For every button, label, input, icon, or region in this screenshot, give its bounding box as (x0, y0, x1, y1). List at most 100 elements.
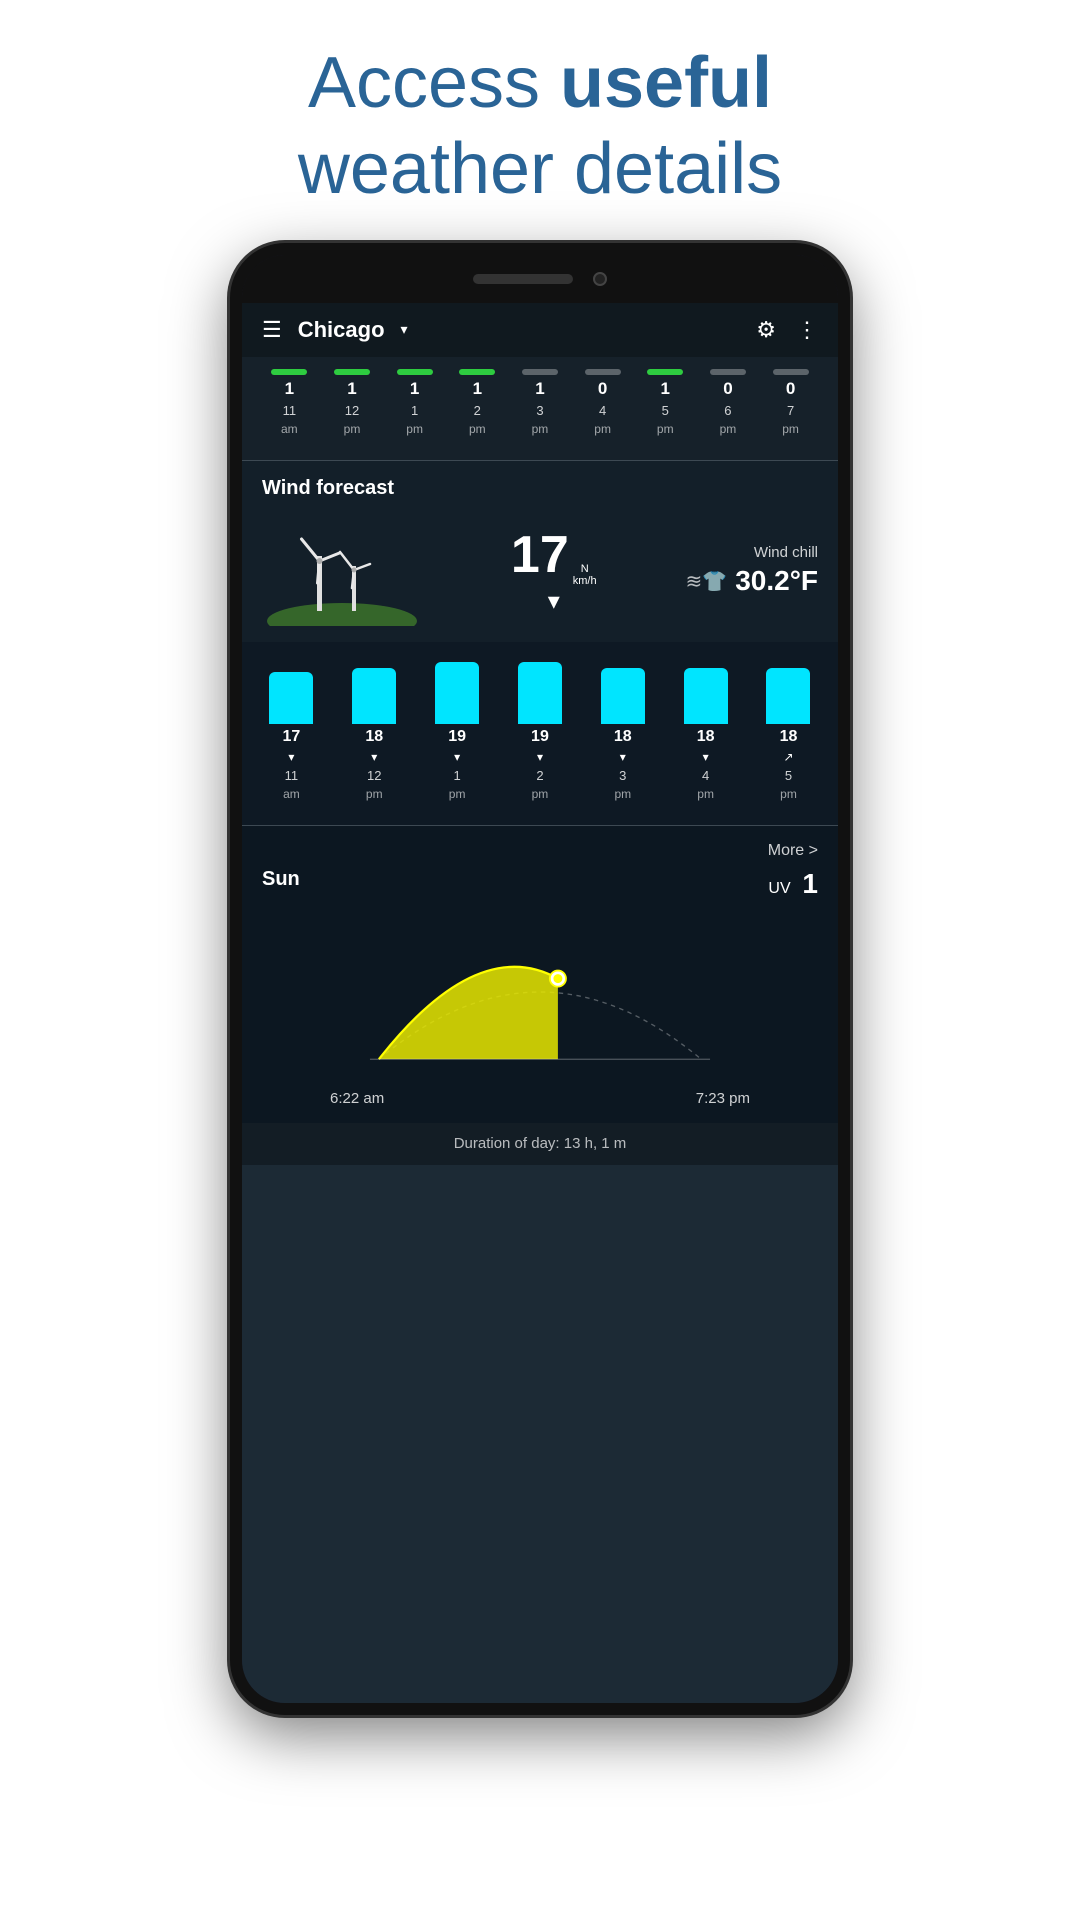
rain-time: 11 (283, 403, 297, 418)
city-name: Chicago (298, 317, 385, 343)
duration-bar: Duration of day: 13 h, 1 m (242, 1123, 838, 1165)
rain-indicator (459, 369, 495, 375)
rain-time: 7 (787, 403, 794, 418)
wind-bar-value: 19 (448, 728, 466, 746)
list-item: 18 ▾ 4 pm (672, 668, 740, 801)
wind-bar-value: 19 (531, 728, 549, 746)
wind-speed-info: 17 N km/h ▾ (511, 525, 597, 616)
list-item: 18 ▾ 12 pm (340, 668, 408, 801)
wind-bar-time: 12 (367, 768, 381, 783)
uv-label: UV (768, 880, 790, 897)
uv-badge: UV 1 (768, 868, 818, 900)
list-item: 17 ▾ 11 am (257, 672, 325, 801)
wind-speed-container: 17 N km/h (511, 525, 597, 587)
rain-indicator (585, 369, 621, 375)
app-screen: ☰ Chicago ▾ ⚙ ⋮ 1 11 am 1 (242, 303, 838, 1703)
wind-bar-arrow: ▾ (454, 750, 460, 764)
rain-value: 1 (661, 379, 670, 399)
wind-bar-visual (352, 668, 396, 724)
wind-title: Wind forecast (262, 477, 818, 500)
duration-text: Duration of day: 13 h, 1 m (454, 1135, 627, 1152)
list-item: 1 3 pm (514, 369, 566, 436)
rain-time: 12 (345, 403, 359, 418)
rain-value: 1 (410, 379, 419, 399)
sun-chart-container: 6:22 am 7:23 pm (262, 907, 818, 1107)
wind-bar-arrow: ▾ (620, 750, 626, 764)
wind-bar-time: 5 (785, 768, 792, 783)
wind-bar-time: 4 (702, 768, 709, 783)
dropdown-icon[interactable]: ▾ (401, 321, 408, 338)
wind-bar-visual (269, 672, 313, 724)
wind-bar-visual (601, 668, 645, 724)
camera (593, 272, 607, 286)
sun-section: More > Sun UV 1 (242, 826, 838, 1123)
wind-bar-value: 18 (780, 728, 798, 746)
list-item: 19 ▾ 1 pm (423, 662, 491, 801)
settings-icon[interactable]: ⚙ (756, 317, 776, 343)
list-item: 1 2 pm (451, 369, 503, 436)
rain-indicator (773, 369, 809, 375)
wind-bars-section: 17 ▾ 11 am 18 ▾ 12 pm 19 ▾ 1 pm (242, 642, 838, 825)
list-item: 1 11 am (263, 369, 315, 436)
rain-indicator (710, 369, 746, 375)
rain-section: 1 11 am 1 12 pm 1 1 pm (242, 357, 838, 460)
wind-bar-value: 18 (614, 728, 632, 746)
sun-times-row: 6:22 am 7:23 pm (330, 1090, 750, 1107)
list-item: 18 ▾ 3 pm (589, 668, 657, 801)
wind-bar-value: 18 (365, 728, 383, 746)
page-header: Access useful weather details (0, 0, 1080, 243)
list-item: 0 6 pm (702, 369, 754, 436)
wind-chill-row: ≋👕 30.2°F (686, 565, 818, 597)
wind-bars-row: 17 ▾ 11 am 18 ▾ 12 pm 19 ▾ 1 pm (250, 662, 830, 801)
rain-time: 2 (474, 403, 481, 418)
wind-bar-arrow: ↗ (783, 750, 793, 764)
rain-value: 1 (347, 379, 356, 399)
wind-turbines (262, 516, 422, 626)
rain-indicator (334, 369, 370, 375)
rain-time: 6 (724, 403, 731, 418)
rain-indicator (397, 369, 433, 375)
more-icon[interactable]: ⋮ (796, 317, 818, 343)
rain-value: 0 (598, 379, 607, 399)
wind-unit: N km/h (573, 563, 597, 587)
wind-bar-visual (766, 668, 810, 724)
rain-value: 0 (786, 379, 795, 399)
uv-value: 1 (802, 868, 818, 899)
rain-time: 4 (599, 403, 606, 418)
wind-bar-time: 2 (536, 768, 543, 783)
wind-chill-container: Wind chill ≋👕 30.2°F (686, 544, 818, 597)
rain-time: 1 (411, 403, 418, 418)
rain-indicator (522, 369, 558, 375)
wind-bar-time: 3 (619, 768, 626, 783)
list-item: 18 ↗ 5 pm (754, 668, 822, 801)
sunrise-time: 6:22 am (330, 1090, 384, 1107)
wind-section: Wind forecast (242, 461, 838, 642)
wind-bar-visual (435, 662, 479, 724)
wind-bar-visual (518, 662, 562, 724)
rain-value: 1 (473, 379, 482, 399)
wind-chill-label: Wind chill (686, 544, 818, 561)
phone-notch (242, 255, 838, 303)
phone-frame: ☰ Chicago ▾ ⚙ ⋮ 1 11 am 1 (230, 243, 850, 1715)
wind-bar-value: 17 (283, 728, 301, 746)
hamburger-icon[interactable]: ☰ (262, 317, 282, 343)
wind-bar-visual (684, 668, 728, 724)
wind-bar-arrow: ▾ (537, 750, 543, 764)
top-bar-left: ☰ Chicago ▾ (262, 317, 408, 343)
more-link[interactable]: More > (768, 842, 818, 860)
rain-bars-row: 1 11 am 1 12 pm 1 1 pm (250, 369, 830, 436)
wind-speed-number: 17 (511, 525, 569, 585)
rain-value: 0 (723, 379, 732, 399)
sunset-time: 7:23 pm (696, 1090, 750, 1107)
wind-bar-value: 18 (697, 728, 715, 746)
wind-bar-time: 11 (285, 768, 299, 783)
list-item: 19 ▾ 2 pm (506, 662, 574, 801)
sun-arc-svg (330, 907, 750, 1086)
list-item: 0 7 pm (765, 369, 817, 436)
more-row: More > (262, 842, 818, 860)
sun-title: Sun (262, 868, 300, 891)
wind-bar-arrow: ▾ (703, 750, 709, 764)
rain-indicator (647, 369, 683, 375)
wind-bar-time: 1 (453, 768, 460, 783)
header-line1: Access useful (308, 43, 772, 123)
